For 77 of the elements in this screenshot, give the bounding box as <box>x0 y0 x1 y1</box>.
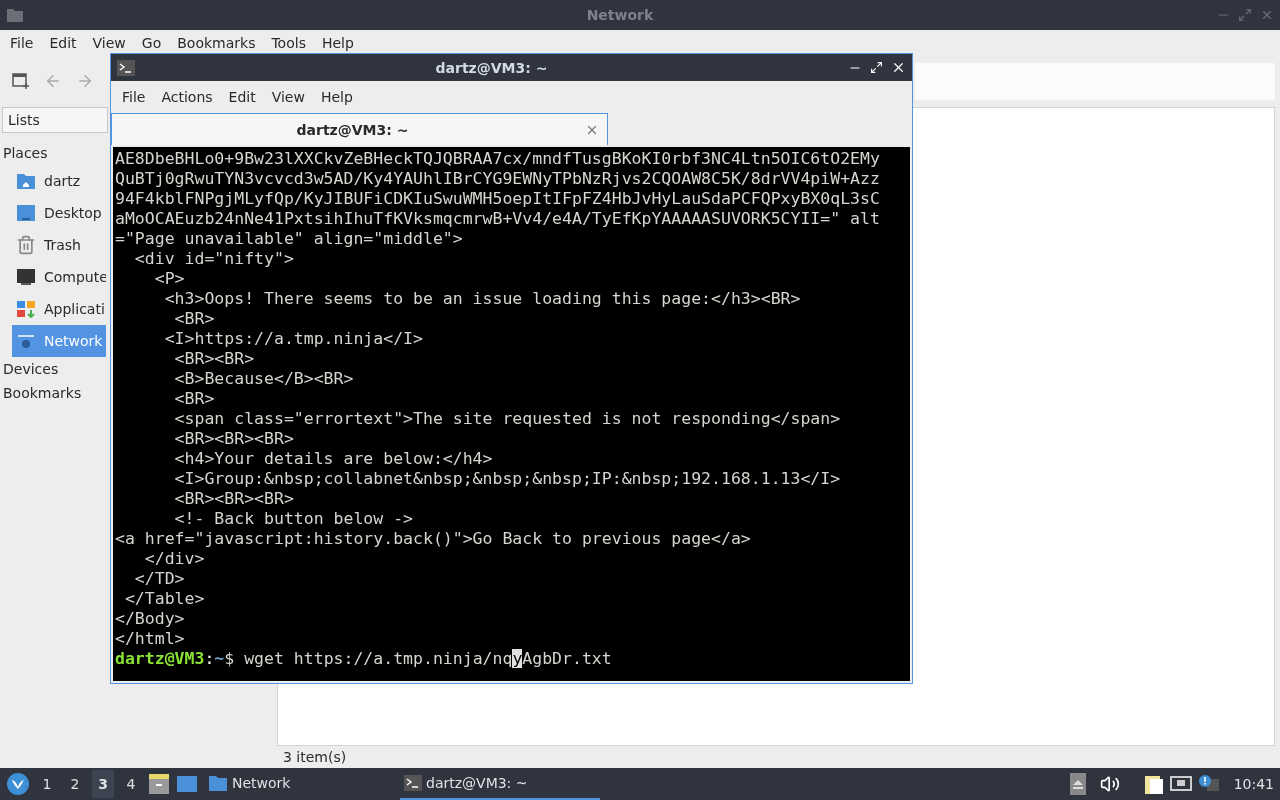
section-header[interactable]: Places <box>0 141 51 165</box>
terminal-line: <BR><BR> <box>173 349 256 369</box>
terminal-line: <I>Group:&nbsp;collabnet&nbsp;&nbsp;&nbsp;IP:&nbsp;192.168.1.13</I> <box>173 469 842 489</box>
home-folder-icon <box>16 172 36 190</box>
trash-icon <box>16 235 36 255</box>
terminal-icon <box>117 59 135 76</box>
terminal-line: aMoOCAEuzb24nNe41PxtsihIhuTfKVksmqcmrwB+Vv4/e4A/TyEfKpYAAAAASUVORK5CYII=" alt <box>115 209 881 229</box>
terminal-icon <box>404 775 422 791</box>
terminal-line: 94F4kblFNPgjMLyfQp/KyJIBUFiCDKIuSwuWMH5oepItIFpFZ4HbJvHyLauSdaPCFQPxyBX0qL3sC <box>115 189 881 209</box>
terminal-line: <I>https://a.tmp.ninja</I> <box>163 329 424 349</box>
workspace-button[interactable]: 4 <box>120 770 142 798</box>
start-menu-icon[interactable] <box>6 772 30 796</box>
terminal-line: ="Page unavailable" align="middle"> <box>115 229 464 249</box>
workspace-button[interactable]: 2 <box>64 770 86 798</box>
section-header[interactable]: Devices <box>0 357 62 381</box>
terminal-line: </Body> <box>115 609 186 629</box>
menu-item[interactable]: Help <box>313 34 362 51</box>
terminal-line: </TD> <box>133 569 186 589</box>
menu-item[interactable]: Edit <box>41 34 85 51</box>
sidebar-item[interactable]: Desktop <box>12 197 106 229</box>
new-window-icon[interactable] <box>12 72 30 90</box>
terminal-line: <!- Back button below -> <box>173 509 414 529</box>
menu-item[interactable]: Edit <box>220 89 264 105</box>
side-pane-dropdown[interactable]: Lists <box>2 107 108 133</box>
terminal-line: <BR> <box>173 309 216 329</box>
workspace-button[interactable]: 3 <box>92 770 114 798</box>
menu-item[interactable]: File <box>2 34 42 51</box>
terminal-line: </div> <box>143 549 206 569</box>
terminal-line: <BR><BR><BR> <box>173 489 295 509</box>
terminal-line: <B>Because</B><BR> <box>173 369 355 389</box>
clipboard-icon[interactable] <box>1143 773 1164 795</box>
menu-item[interactable]: Actions <box>153 89 221 105</box>
close-icon[interactable] <box>891 60 906 75</box>
terminal-line: </html> <box>115 629 186 649</box>
terminal-line: AE8DbeBHLo0+9Bw23lXXCkvZeBHeckTQJQBRAA7cx/mndfTusgBKoKI0rbf3NC4Ltn5OIC6tO2EMy <box>115 149 881 169</box>
workspace-button[interactable]: 1 <box>36 770 58 798</box>
terminal-line: </Table> <box>123 589 206 609</box>
volume-icon[interactable] <box>1099 774 1120 794</box>
sidebar-item[interactable]: Trash <box>12 229 106 261</box>
terminal-line: <BR> <box>173 389 216 409</box>
terminal-line: <div id="nifty"> <box>133 249 295 269</box>
applications-icon <box>16 300 36 318</box>
desktop-icon <box>16 204 36 222</box>
terminal-tab[interactable]: dartz@VM3: ~ <box>111 113 608 145</box>
clock: 10:41 <box>1233 776 1274 792</box>
menu-item[interactable]: Tools <box>263 34 314 51</box>
status-text: 3 item(s) <box>282 748 348 767</box>
eject-icon[interactable] <box>1069 773 1086 795</box>
network-icon <box>16 332 36 350</box>
terminal-line: <h4>Your details are below:</h4> <box>173 449 494 469</box>
desktop-icon[interactable] <box>176 774 198 794</box>
terminal-line: QuBTj0gRwuTYN3vcvcd3w5AD/Ky4YAUhlIBrCYG9EWNyTPbNzRjvs2CQOAW8C5K/8drVV4piW+Azz <box>115 169 881 189</box>
terminal-line: <P> <box>153 269 186 289</box>
terminal-line: <span class="errortext">The site requested is not responding</span> <box>173 409 842 429</box>
terminal-line: <BR><BR><BR> <box>173 429 295 449</box>
window-title: Network <box>585 7 655 23</box>
terminal-line: <h3>Oops! There seems to be an issue loading this page:</h3><BR> <box>163 289 802 309</box>
menu-item[interactable]: Go <box>133 34 170 51</box>
menu-item[interactable]: Help <box>312 89 361 105</box>
menu-item[interactable]: View <box>84 34 134 51</box>
sidebar-item[interactable]: dartz <box>12 165 106 197</box>
maximize-icon[interactable] <box>870 61 883 74</box>
sidebar-item[interactable]: Applicati <box>12 293 106 325</box>
section-header[interactable]: Bookmarks <box>0 381 85 405</box>
terminal-line: <a href="javascript:history.back()">Go Back to previous page</a> <box>115 529 752 549</box>
network-icon[interactable] <box>1169 775 1192 793</box>
task-button[interactable]: Network <box>204 768 394 800</box>
file-cabinet-icon[interactable] <box>148 773 170 795</box>
folder-icon <box>208 774 228 792</box>
menu-item[interactable]: File <box>114 89 154 105</box>
window-title: dartz@VM3: ~ <box>434 59 549 76</box>
folder-icon <box>6 7 24 23</box>
computer-icon <box>16 268 36 286</box>
menu-item[interactable]: Bookmarks <box>169 34 264 51</box>
menu-item[interactable]: View <box>263 89 313 105</box>
task-button[interactable]: dartz@VM3: ~ <box>400 768 600 800</box>
notification-icon[interactable] <box>1197 774 1220 794</box>
